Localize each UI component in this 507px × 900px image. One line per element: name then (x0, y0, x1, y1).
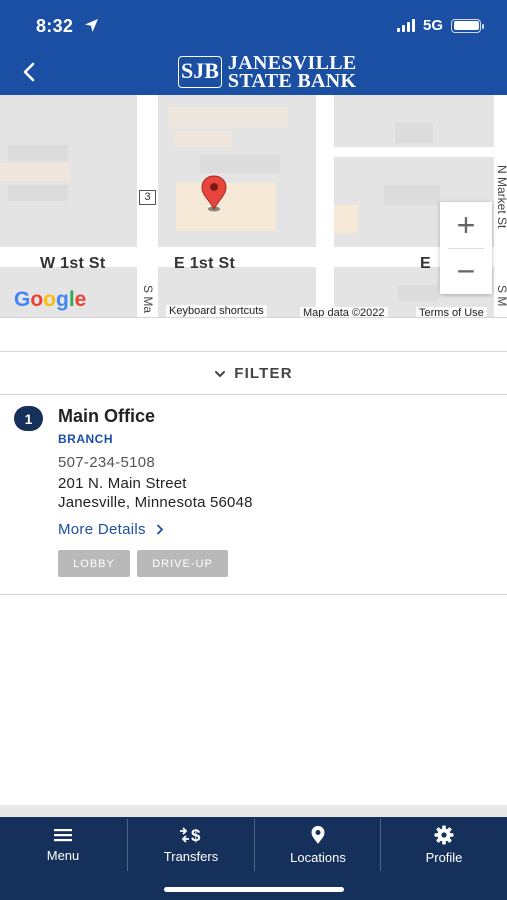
chevron-right-icon (156, 524, 164, 535)
location-services-icon (85, 19, 98, 32)
street-label-s-main: S Ma (141, 285, 155, 314)
nav-transfers[interactable]: $ Transfers (128, 817, 254, 873)
zoom-controls: + − (440, 202, 492, 294)
location-number-badge: 1 (14, 406, 43, 431)
tag-lobby: LOBBY (58, 550, 130, 577)
bank-logo: SJB JANESVILLE STATE BANK (178, 53, 357, 92)
content-bottom-strip (0, 805, 507, 817)
chevron-down-icon (215, 370, 226, 377)
app-header: 8:32 5G SJB JANESVILLE STATE BANK (0, 0, 507, 95)
map-divider (0, 317, 507, 318)
location-address-line-2: Janesville, Minnesota 56048 (58, 494, 253, 511)
terms-of-use-link[interactable]: Terms of Use (416, 307, 487, 317)
location-address-line-1: 201 N. Main Street (58, 475, 187, 492)
more-details-label: More Details (58, 521, 146, 538)
street-label-w-1st: W 1st St (40, 255, 106, 272)
nav-menu-label: Menu (46, 848, 80, 863)
nav-profile[interactable]: Profile (381, 817, 507, 873)
map-view[interactable]: W 1st St E 1st St E S Ma N Market St S M… (0, 95, 507, 317)
zoom-out-button[interactable]: − (440, 248, 492, 294)
logo-line-2: STATE BANK (227, 70, 357, 92)
street-label-s-right: S M (495, 285, 507, 307)
street-label-n-market: N Market St (495, 165, 507, 229)
map-pin-icon[interactable] (200, 175, 228, 213)
status-indicators: 5G (396, 17, 484, 34)
nav-profile-label: Profile (425, 850, 463, 865)
status-time: 8:32 (36, 16, 74, 36)
filter-label: FILTER (234, 365, 293, 382)
nav-locations-label: Locations (290, 850, 346, 865)
bottom-nav: Menu $ Transfers Locations Profile (0, 817, 507, 900)
zoom-in-button[interactable]: + (440, 202, 492, 248)
street-label-e-1st: E 1st St (174, 255, 236, 272)
battery-icon (451, 18, 484, 33)
tag-drive-up: DRIVE-UP (137, 550, 228, 577)
svg-text:$: $ (191, 826, 201, 844)
card-bottom-divider (0, 594, 507, 595)
location-type: BRANCH (58, 432, 113, 446)
nav-locations[interactable]: Locations (255, 817, 381, 873)
filter-top-divider (0, 351, 507, 352)
more-details-link[interactable]: More Details (58, 521, 164, 538)
logo-mark: SJB (178, 56, 222, 88)
nav-transfers-label: Transfers (163, 849, 219, 864)
back-button[interactable] (18, 60, 40, 84)
keyboard-shortcuts-link[interactable]: Keyboard shortcuts (166, 305, 267, 317)
location-phone[interactable]: 507-234-5108 (58, 454, 155, 471)
street-label-e: E (420, 255, 431, 272)
location-pin-icon (311, 826, 325, 844)
route-shield: 3 (139, 190, 156, 205)
network-type: 5G (422, 17, 443, 34)
transfers-icon: $ (180, 826, 201, 844)
filter-bottom-divider (0, 394, 507, 395)
home-indicator (164, 887, 344, 892)
menu-icon (54, 829, 72, 842)
filter-toggle[interactable]: FILTER (0, 353, 507, 394)
location-name[interactable]: Main Office (58, 406, 155, 427)
nav-menu[interactable]: Menu (0, 817, 126, 873)
map-data-attribution[interactable]: Map data ©2022 (300, 307, 388, 317)
google-logo: Google (14, 288, 87, 311)
gear-icon (434, 825, 454, 845)
signal-icon (396, 19, 415, 32)
